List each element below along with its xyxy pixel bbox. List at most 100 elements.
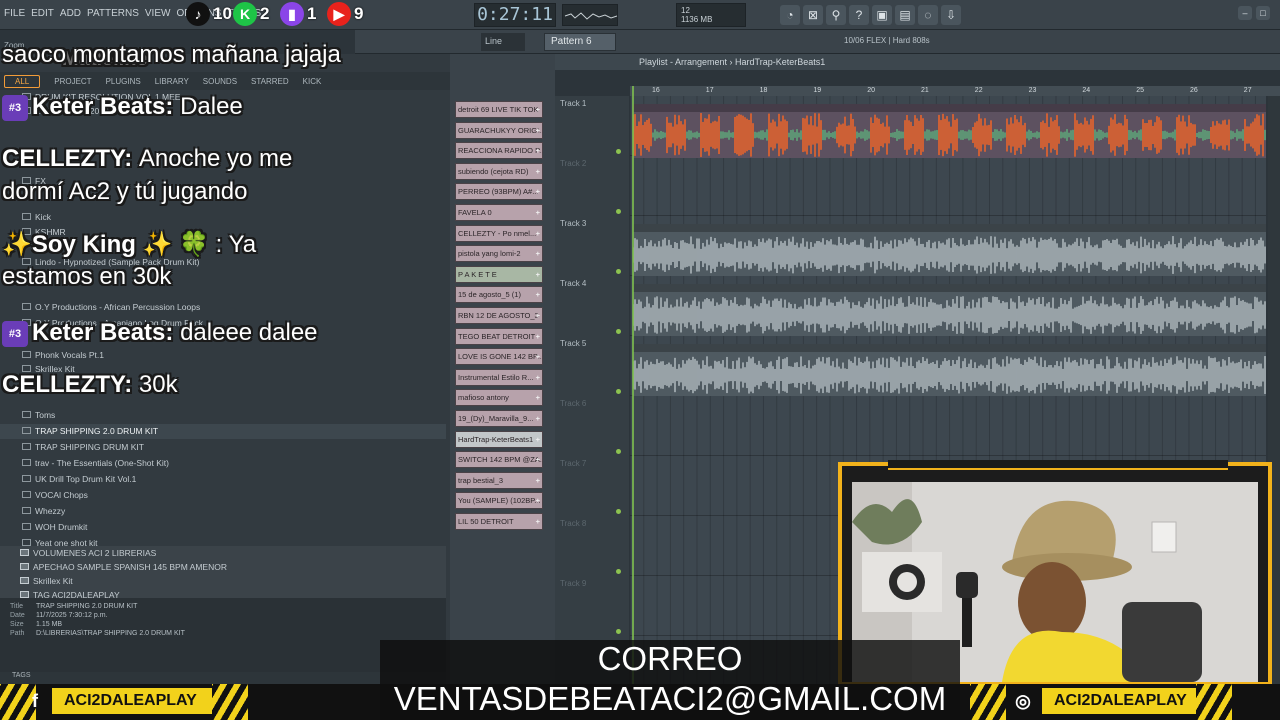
- track-label[interactable]: Track 9: [560, 579, 586, 588]
- timeline-ruler[interactable]: 16 17 18 19 20 21 22 23 24 25 26 27: [630, 86, 1280, 96]
- audio-clip[interactable]: LIL 50 DETROIT: [633, 344, 1266, 396]
- channel-button[interactable]: 15 de agosto_5 (1) +: [455, 286, 543, 304]
- channel-add-icon[interactable]: +: [536, 473, 540, 488]
- metronome-icon[interactable]: ◔: [780, 5, 800, 25]
- channel-button[interactable]: TEGO BEAT DETROIT +: [455, 327, 543, 345]
- track-mute-led[interactable]: [616, 209, 621, 214]
- channel-add-icon[interactable]: +: [536, 349, 540, 364]
- browser-folder-item[interactable]: Toms: [0, 408, 446, 423]
- track-label[interactable]: Track 5: [560, 339, 586, 348]
- channel-button[interactable]: PERREO (93BPM) A#... +: [455, 183, 543, 201]
- channel-add-icon[interactable]: +: [536, 226, 540, 241]
- menu-item-patterns[interactable]: PATTERNS: [87, 8, 139, 19]
- channel-button[interactable]: subiendo (cejota RD) +: [455, 162, 543, 180]
- channel-button[interactable]: HardTrap-KeterBeats1 +: [455, 430, 543, 448]
- browser-folder-item[interactable]: UK Drill Top Drum Kit Vol.1: [0, 472, 446, 487]
- channel-button[interactable]: CELLEZTY - Po nmel... +: [455, 224, 543, 242]
- minimize-icon[interactable]: –: [1238, 6, 1252, 20]
- browser-tab-project[interactable]: PROJECT: [54, 77, 91, 86]
- maximize-icon[interactable]: □: [1256, 6, 1270, 20]
- track-label[interactable]: Track 1: [560, 99, 586, 108]
- browser-tab-sounds[interactable]: SOUNDS: [203, 77, 237, 86]
- track-mute-led[interactable]: [616, 269, 621, 274]
- menu-item-add[interactable]: ADD: [60, 8, 81, 19]
- browser-tab-library[interactable]: LIBRARY: [155, 77, 189, 86]
- browser-folder-item[interactable]: TRAP SHIPPING DRUM KIT: [0, 440, 446, 455]
- track-mute-led[interactable]: [616, 509, 621, 514]
- browser-folder-item[interactable]: trav - The Essentials (One-Shot Kit): [0, 456, 446, 471]
- browser-pack-item[interactable]: Skrillex Kit: [0, 574, 446, 589]
- save-icon[interactable]: ▣: [872, 5, 892, 25]
- browser-folder-item[interactable]: Phonk Vocals Pt.1: [0, 348, 446, 363]
- channel-add-icon[interactable]: +: [536, 123, 540, 138]
- browser-folder-item[interactable]: Kick: [0, 210, 446, 225]
- menu-item-view[interactable]: VIEW: [145, 8, 171, 19]
- track-mute-led[interactable]: [616, 449, 621, 454]
- browser-folder-item[interactable]: WOH Drumkit: [0, 520, 446, 535]
- channel-add-icon[interactable]: +: [536, 432, 540, 447]
- track-label[interactable]: Track 3: [560, 219, 586, 228]
- channel-button[interactable]: Instrumental Estilo R... +: [455, 368, 543, 386]
- channel-add-icon[interactable]: +: [536, 143, 540, 158]
- channel-button[interactable]: mafioso antony +: [455, 389, 543, 407]
- channel-add-icon[interactable]: +: [536, 246, 540, 261]
- channel-add-icon[interactable]: +: [536, 370, 540, 385]
- channel-add-icon[interactable]: +: [536, 411, 540, 426]
- channel-button[interactable]: pistola yang lomi-2 +: [455, 245, 543, 263]
- track-label[interactable]: Track 2: [560, 159, 586, 168]
- chat-icon[interactable]: ◌: [918, 5, 938, 25]
- track-mute-led[interactable]: [616, 329, 621, 334]
- menu-item-edit[interactable]: EDIT: [31, 8, 54, 19]
- channel-add-icon[interactable]: +: [536, 308, 540, 323]
- channel-add-icon[interactable]: +: [536, 452, 540, 467]
- channel-add-icon[interactable]: +: [536, 267, 540, 282]
- track-label[interactable]: Track 4: [560, 279, 586, 288]
- browser-tab-kick[interactable]: KICK: [303, 77, 322, 86]
- channel-button[interactable]: detroit 69 LIVE TIK TOK +: [455, 101, 543, 118]
- channel-button[interactable]: FAVELA 0 +: [455, 204, 543, 221]
- snap-mode-select[interactable]: Line: [481, 33, 525, 51]
- track-label[interactable]: Track 7: [560, 459, 586, 468]
- channel-add-icon[interactable]: +: [536, 287, 540, 302]
- download-icon[interactable]: ⇩: [941, 5, 961, 25]
- channel-add-icon[interactable]: +: [536, 329, 540, 344]
- channel-add-icon[interactable]: +: [536, 390, 540, 405]
- record-icon[interactable]: ▤: [895, 5, 915, 25]
- channel-button[interactable]: trap bestial_3 +: [455, 471, 543, 489]
- track-label[interactable]: Track 8: [560, 519, 586, 528]
- browser-folder-item[interactable]: VOCAl Chops: [0, 488, 446, 503]
- channel-add-icon[interactable]: +: [536, 205, 540, 220]
- channel-button[interactable]: You (SAMPLE) (102BP... +: [455, 492, 543, 510]
- menu-item-file[interactable]: FILE: [4, 8, 25, 19]
- track-mute-led[interactable]: [616, 149, 621, 154]
- channel-add-icon[interactable]: +: [536, 184, 540, 199]
- audio-clip[interactable]: trap bestial_3: [633, 284, 1266, 336]
- channel-add-icon[interactable]: +: [536, 493, 540, 508]
- channel-rack-icon[interactable]: ⚲: [826, 5, 846, 25]
- track-mute-led[interactable]: [616, 629, 621, 634]
- browser-tab-all[interactable]: ALL: [4, 74, 41, 88]
- browser-tab-starred[interactable]: STARRED: [251, 77, 289, 86]
- pattern-selector[interactable]: Pattern 6: [544, 33, 616, 51]
- channel-button[interactable]: LIL 50 DETROIT +: [455, 513, 543, 530]
- track-label[interactable]: Track 6: [560, 399, 586, 408]
- channel-button[interactable]: LOVE IS GONE 142 BP... +: [455, 348, 543, 366]
- channel-button[interactable]: REACCIONA RAPIDO P... +: [455, 142, 543, 160]
- track-mute-led[interactable]: [616, 569, 621, 574]
- channel-button[interactable]: P A K E T E +: [455, 265, 543, 283]
- song-time-display[interactable]: 0:27:11: [474, 3, 556, 27]
- track-mute-led[interactable]: [616, 389, 621, 394]
- channel-button[interactable]: GUARACHUKYY ORIGI... +: [455, 121, 543, 139]
- audio-clip[interactable]: SWITCH 142 BPM @ZAIDBEATS X HENSON: [633, 224, 1266, 276]
- channel-add-icon[interactable]: +: [536, 164, 540, 179]
- browser-folder-item[interactable]: TRAP SHIPPING 2.0 DRUM KIT: [0, 424, 446, 439]
- channel-button[interactable]: 19_(Dy)_Maravilla_9... +: [455, 410, 543, 427]
- browser-tab-plugins[interactable]: PLUGINS: [106, 77, 141, 86]
- channel-button[interactable]: RBN 12 DE AGOSTO_3 +: [455, 307, 543, 324]
- browser-folder-item[interactable]: O.Y Productions - African Percussion Loo…: [0, 300, 446, 315]
- playhead[interactable]: [632, 86, 634, 684]
- mixer-icon[interactable]: ⊠: [803, 5, 823, 25]
- audio-clip[interactable]: HardTrap-KeterBeats1: [633, 104, 1266, 158]
- browser-folder-item[interactable]: Whezzy: [0, 504, 446, 519]
- channel-button[interactable]: SWITCH 142 BPM @ZA... +: [455, 451, 543, 469]
